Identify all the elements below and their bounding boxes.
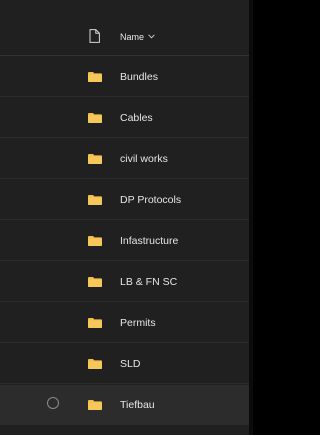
folder-row[interactable]: SLD xyxy=(0,344,249,384)
folder-icon xyxy=(88,195,102,205)
file-list-panel: Name Bundles Cables civil works DP Protocol… xyxy=(0,0,249,435)
folder-icon xyxy=(88,113,102,123)
folder-icon xyxy=(88,359,102,369)
folder-icon xyxy=(88,154,102,164)
folder-icon xyxy=(88,318,102,328)
folder-name[interactable]: Bundles xyxy=(120,70,158,84)
row-select-checkbox[interactable] xyxy=(47,397,59,409)
folder-row[interactable]: Infastructure xyxy=(0,221,249,261)
folder-name[interactable]: DP Protocols xyxy=(120,193,181,207)
file-list-view: Name Bundles Cables civil works DP Protocol… xyxy=(0,0,253,435)
folder-icon xyxy=(88,72,102,82)
folder-row[interactable]: Permits xyxy=(0,303,249,343)
folder-name[interactable]: Permits xyxy=(120,316,156,330)
folder-row[interactable]: Tiefbau xyxy=(0,385,249,425)
folder-name[interactable]: LB & FN SC xyxy=(120,275,177,289)
folder-name[interactable]: Tiefbau xyxy=(120,398,155,412)
folder-row[interactable]: LB & FN SC xyxy=(0,262,249,302)
folder-row[interactable]: Cables xyxy=(0,98,249,138)
folder-icon xyxy=(88,400,102,410)
folder-icon xyxy=(88,236,102,246)
folder-name[interactable]: civil works xyxy=(120,152,168,166)
folder-name[interactable]: Cables xyxy=(120,111,153,125)
file-icon xyxy=(89,29,100,43)
folder-name[interactable]: SLD xyxy=(120,357,140,371)
name-column-header[interactable]: Name xyxy=(120,31,155,43)
folder-name[interactable]: Infastructure xyxy=(120,234,178,248)
folder-icon xyxy=(88,277,102,287)
scrollbar-track[interactable] xyxy=(249,0,253,435)
name-column-label: Name xyxy=(120,32,145,42)
folder-row[interactable]: civil works xyxy=(0,139,249,179)
folder-row[interactable]: Bundles xyxy=(0,57,249,97)
chevron-down-icon[interactable] xyxy=(148,34,155,39)
folder-row[interactable]: DP Protocols xyxy=(0,180,249,220)
column-header-row: Name xyxy=(0,16,249,56)
